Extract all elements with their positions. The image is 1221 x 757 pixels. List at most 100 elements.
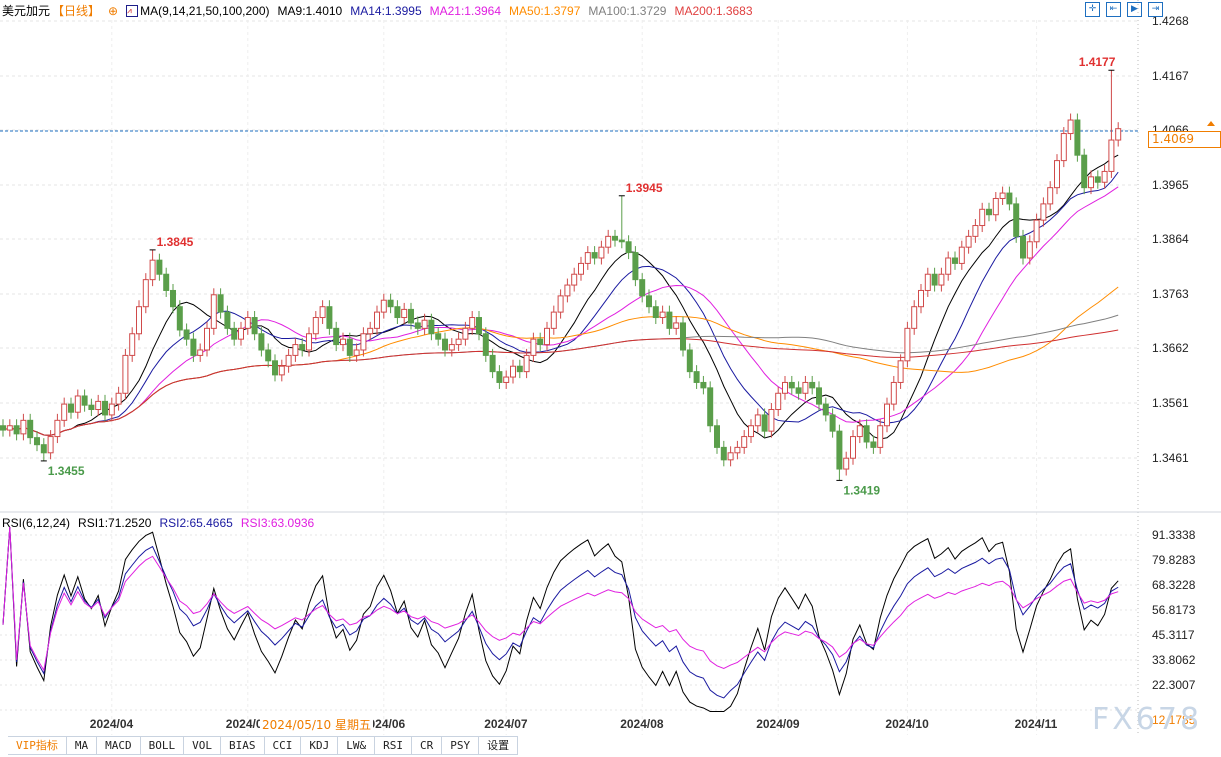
candle [156, 253, 163, 281]
candle [1040, 197, 1047, 227]
candle-body [632, 252, 639, 281]
tab-boll[interactable]: BOLL [141, 737, 185, 754]
indicator-tabs: VIP指标 MA MACD BOLL VOL BIAS CCI KDJ LW& … [8, 736, 519, 755]
chart-canvas[interactable]: 1.38451.34551.39451.34191.4177 1.42681.4… [0, 0, 1221, 757]
candle [142, 273, 149, 314]
candle [20, 413, 27, 441]
candle [1033, 213, 1040, 249]
candle-body [170, 289, 176, 308]
candle-body [958, 246, 965, 264]
rsi-tick-label: 45.3117 [1152, 628, 1195, 642]
jump-end-icon[interactable]: ⇥ [1148, 2, 1163, 17]
candle-body [20, 419, 27, 435]
candle-body [659, 311, 666, 319]
chart-type-icon[interactable]: ⩘ [126, 4, 139, 17]
candle [81, 389, 88, 412]
candle-body [1101, 170, 1108, 183]
candle-body [0, 425, 6, 431]
price-axis: 1.42681.41671.40661.39651.38641.37631.36… [1152, 14, 1215, 465]
candle-body [761, 414, 768, 432]
candle [775, 386, 782, 417]
candle [659, 305, 666, 325]
candle [809, 375, 816, 395]
tab-lw[interactable]: LW& [338, 737, 376, 754]
candle [1067, 113, 1074, 141]
zoom-left-icon[interactable]: ⇤ [1106, 2, 1121, 17]
candle-body [1013, 203, 1020, 237]
candle-body [448, 344, 455, 351]
tab-bias[interactable]: BIAS [221, 737, 265, 754]
tab-cr[interactable]: CR [412, 737, 443, 754]
candle-body [938, 273, 945, 286]
crosshair-date-tooltip: 2024/05/10 星期五 [260, 716, 373, 733]
candle-body [768, 409, 775, 432]
tab-cci[interactable]: CCI [265, 737, 302, 754]
candle-body [81, 395, 88, 406]
annotation-high-label: 1.4177 [1079, 55, 1116, 69]
candle-body [74, 395, 81, 413]
candle [435, 327, 442, 346]
tab-rsi[interactable]: RSI [375, 737, 412, 754]
annotation-high-label: 1.3945 [626, 181, 663, 195]
candle-body [557, 295, 564, 313]
candle-body [1033, 219, 1040, 243]
candle-body [1020, 235, 1026, 259]
ma100-line [2, 314, 1119, 436]
candle-body [686, 349, 693, 373]
candle-body [408, 308, 414, 324]
candle-body [965, 235, 972, 248]
candle-body [88, 404, 95, 411]
candle [564, 278, 571, 303]
candle-body [462, 327, 469, 340]
candle-body [401, 308, 408, 319]
candle-body [299, 344, 306, 351]
tab-psy[interactable]: PSY [442, 737, 480, 754]
candle [68, 397, 74, 419]
settings-icon[interactable]: ⊕ [108, 4, 118, 18]
candle-body [564, 284, 571, 297]
candle [183, 323, 190, 346]
candle [714, 419, 720, 454]
candle [863, 419, 870, 449]
tab-macd[interactable]: MACD [97, 737, 141, 754]
rsi-axis: 91.3338 79.8283 68.3228 56.8173 45.3117 33.80… [1152, 528, 1196, 727]
candle-body [496, 371, 503, 383]
price-tick-label: 1.3662 [1152, 341, 1189, 355]
candle-body [129, 333, 136, 356]
candle [122, 348, 129, 400]
candle-body [54, 419, 61, 438]
candle [591, 246, 598, 265]
tab-ma[interactable]: MA [67, 737, 98, 754]
candle [88, 398, 95, 417]
candle [401, 302, 408, 325]
candle [1081, 148, 1088, 195]
candle-body [476, 317, 482, 335]
candle-body [108, 403, 115, 416]
tab-vip[interactable]: VIP指标 [8, 737, 67, 754]
candle [686, 343, 693, 379]
play-icon[interactable]: ▶ [1127, 2, 1142, 17]
crosshair-icon[interactable]: ✛ [1085, 2, 1100, 17]
candle-body [149, 259, 156, 281]
candle-body [836, 430, 843, 470]
candle [489, 348, 496, 379]
candle-body [952, 257, 958, 264]
candle-body [319, 306, 326, 319]
candle [829, 408, 836, 438]
candle [448, 338, 455, 357]
tab-settings[interactable]: 设置 [479, 737, 519, 754]
candle-body [40, 444, 47, 454]
tab-vol[interactable]: VOL [184, 737, 221, 754]
candle-body [945, 257, 952, 275]
candle-body [584, 252, 591, 264]
candle [367, 321, 374, 341]
price-annotations: 1.3845 1.3455 1.3945 1.3419 1.4177 [40, 55, 1116, 497]
candle [149, 249, 156, 287]
candle-body [646, 295, 652, 308]
candle-body [802, 381, 809, 394]
candle [652, 300, 659, 325]
rsi-legend: RSI(6,12,24) RSI1:71.2520 RSI2:65.4665 R… [2, 516, 314, 530]
period-label[interactable]: 【日线】 [52, 2, 100, 19]
tab-kdj[interactable]: KDJ [301, 737, 339, 754]
candle-body [931, 273, 938, 286]
